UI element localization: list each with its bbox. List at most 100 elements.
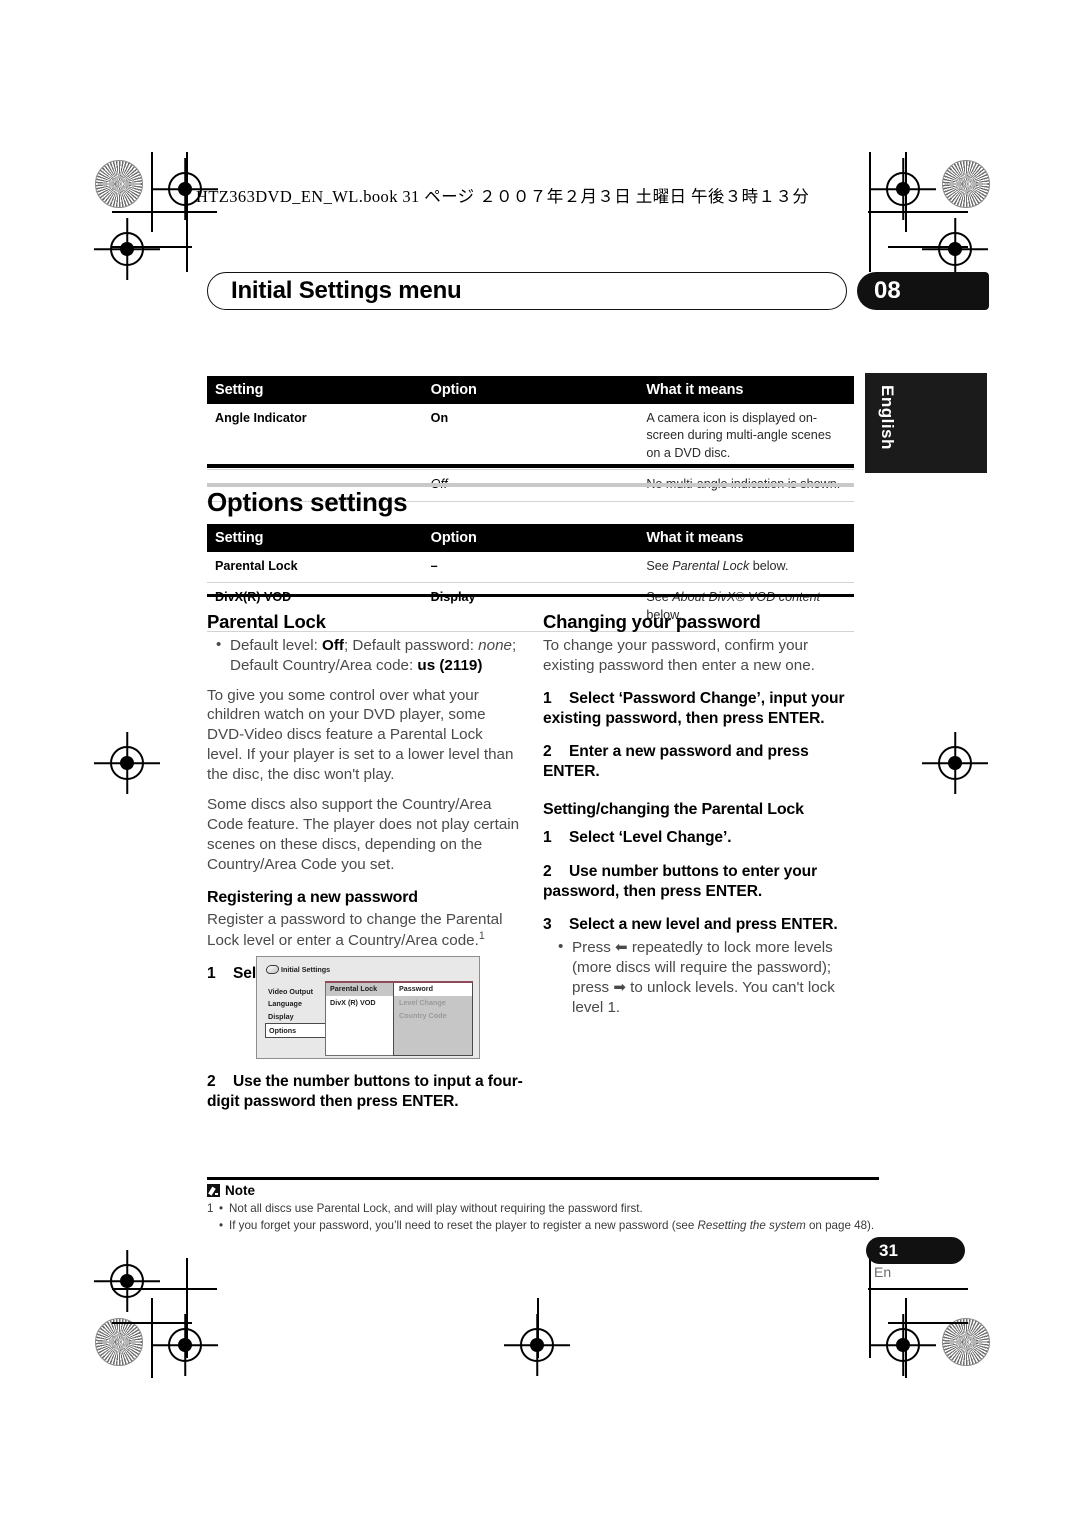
left-column-step-2: 2 Use the number buttons to input a four-… [207,1072,537,1113]
crop-mark [905,152,907,232]
crop-mark [112,1322,192,1324]
step-number: 1 [543,829,552,847]
step-input-four-digit-password: 2 Use the number buttons to input a four-… [207,1072,537,1113]
table-row: Angle Indicator On A camera icon is disp… [207,404,854,471]
right-column: Changing your password To change your pa… [543,610,856,1017]
note-bullet-icon: • [219,1202,224,1215]
note-divider-rule [207,1177,879,1180]
step-number: 2 [543,862,552,880]
note-list: 1 • Not all discs use Parental Lock, and… [207,1200,883,1235]
crop-mark [112,1288,217,1290]
registration-target-center-right [922,746,988,780]
language-side-tab-label: English [878,385,897,450]
note-bullet-icon: • [219,1219,224,1233]
paragraph-changing-password: To change your password, confirm your ex… [543,637,815,674]
disc-icon [265,965,280,974]
registration-target-bottom-left [152,1328,218,1362]
page-language-code: En [874,1264,892,1280]
default-values-bullet: Default level: Off; Default password: no… [207,635,520,676]
osd-figure-initial-settings: Initial Settings Video Output Language D… [256,956,480,1059]
step-text: Select ‘Level Change’. [569,829,732,847]
osd-title: Initial Settings [265,965,331,974]
step-number: 2 [543,743,552,761]
step-select-password-change: 1 Select ‘Password Change’, input your ex… [543,689,856,730]
note-label: Note [225,1183,255,1198]
step-text: Enter a new password and press ENTER. [543,743,809,781]
crop-mark [151,1298,153,1378]
osd-menu-item-password[interactable]: Password [394,982,472,996]
step-number: 3 [543,916,552,934]
page-title: Initial Settings menu [231,277,462,304]
heading-changing-your-password: Changing your password [543,611,761,632]
note-footnote-marker: 1 [207,1202,214,1215]
crop-mark [869,1258,871,1358]
arrow-left-icon: ⬅ [615,939,628,957]
col-header-setting: Setting [207,376,423,404]
registration-rosette-bottom-left [95,1318,143,1366]
page-number-badge: 31 [866,1237,965,1264]
table-bottom-rule [207,594,854,597]
col-header-meaning: What it means [638,376,854,404]
note-item: 1 • Not all discs use Parental Lock, and… [207,1200,883,1217]
crop-mark [186,1258,188,1358]
step-text: Use number buttons to enter your passwor… [543,862,818,900]
heading-registering-new-password: Registering a new password [207,889,418,907]
paragraph-register-password: Register a password to change the Parent… [207,911,503,949]
crop-mark [868,1288,968,1290]
step-text: Select a new level and press ENTER. [569,916,838,934]
step-number: 1 [543,689,552,707]
step-number: 2 [207,1073,216,1090]
arrow-right-icon: ➡ [613,978,626,996]
osd-menu-item-level-change: Level Change [399,997,446,1007]
cell-option: On [422,404,639,471]
step-select-level-change: 1 Select ‘Level Change’. [543,828,856,848]
crop-mark [905,1298,907,1378]
chapter-number: 08 [874,277,901,304]
registration-target-top-right [870,172,936,206]
registration-target-center-left [94,746,160,780]
cell-option: – [422,552,639,584]
footnote-marker: 1 [478,929,485,942]
cell-meaning: A camera icon is displayed on-screen dur… [638,404,854,471]
col-header-option: Option [422,376,639,404]
pencil-note-icon [207,1184,220,1197]
step-text: Use the number buttons to input a four-d… [207,1073,523,1111]
step-enter-new-password: 2 Enter a new password and press ENTER. [543,742,856,783]
osd-accent-line [325,981,473,983]
note-header: Note [207,1183,255,1198]
table-header-row: Setting Option What it means [207,376,854,404]
registration-target-mid-right [922,232,988,266]
osd-title-label: Initial Settings [281,965,331,974]
book-header-line: HTZ363DVD_EN_WL.book 31 ページ ２００７年２月３日 土曜… [196,187,810,206]
language-side-tab: English [865,373,987,473]
cell-meaning: See Parental Lock below. [638,552,854,584]
chapter-badge: 08 [857,272,989,310]
crop-mark [112,211,217,213]
paragraph-parental-lock-intro: To give you some control over what your … [207,686,514,783]
table-header-row: Setting Option What it means [207,524,854,552]
paragraph-country-area-code: Some discs also support the Country/Area… [207,796,520,873]
col-header-option: Option [422,524,639,552]
registration-target-mid-left [94,232,160,266]
cell-setting: Angle Indicator [207,404,423,471]
cell-setting: Parental Lock [207,552,423,584]
step-enter-password-number-buttons: 2 Use number buttons to enter your passwo… [543,862,856,903]
crop-mark [888,1322,968,1324]
section-heading-options-settings: Options settings [207,487,408,517]
step-select-new-level: 3 Select a new level and press ENTER. Pre… [543,915,856,1017]
crop-mark [888,246,968,248]
registration-target-bottom-right [870,1328,936,1362]
step-text: Select ‘Password Change’, input your exi… [543,689,845,727]
registration-rosette-top-right [942,160,990,208]
registration-rosette-bottom-right [942,1318,990,1366]
registration-rosette-top-left [95,160,143,208]
heading-parental-lock: Parental Lock [207,611,326,632]
crop-mark [151,152,153,232]
crop-mark [537,1298,539,1358]
osd-menu-item-country-code: Country Code [399,1011,447,1021]
sub-bullet-level-lock-hint: Press ⬅ repeatedly to lock more levels (… [543,937,856,1017]
note-item-text: If you forget your password, you’ll need… [229,1219,875,1233]
crop-mark [112,246,192,248]
heading-setting-changing-parental-lock: Setting/changing the Parental Lock [543,800,804,818]
col-header-setting: Setting [207,524,423,552]
